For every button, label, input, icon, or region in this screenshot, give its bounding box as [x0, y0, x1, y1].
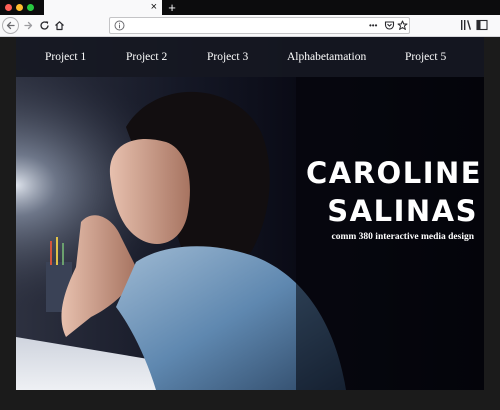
reload-icon [39, 21, 49, 30]
window-close-button[interactable] [5, 4, 12, 11]
url-bar[interactable]: ••• [109, 17, 410, 34]
forward-button[interactable] [21, 17, 35, 34]
back-arrow-icon [6, 21, 15, 30]
library-icon[interactable] [460, 19, 472, 31]
pocket-icon[interactable] [384, 20, 395, 31]
bookmark-star-icon[interactable] [397, 20, 408, 31]
sidebar-icon[interactable] [476, 19, 488, 31]
browser-tab-strip: × + [0, 0, 500, 15]
tab-close-icon[interactable]: × [151, 0, 157, 15]
page-viewport: Project 1 Project 2 Project 3 Alphabetam… [0, 37, 500, 410]
info-icon[interactable] [114, 20, 125, 31]
back-button[interactable] [2, 17, 19, 34]
forward-arrow-icon [23, 21, 32, 30]
browser-toolbar: ••• [0, 15, 500, 37]
nav-link-project-1[interactable]: Project 1 [45, 37, 86, 77]
window-minimize-button[interactable] [16, 4, 23, 11]
site-navigation: Project 1 Project 2 Project 3 Alphabetam… [16, 37, 484, 77]
portfolio-page: Project 1 Project 2 Project 3 Alphabetam… [16, 37, 484, 390]
reload-button[interactable] [37, 17, 51, 34]
hero-name: CAROLINE SALINAS [306, 154, 483, 230]
window-maximize-button[interactable] [27, 4, 34, 11]
new-tab-button[interactable]: + [165, 0, 179, 15]
home-button[interactable] [52, 17, 66, 34]
nav-link-project-3[interactable]: Project 3 [207, 37, 248, 77]
nav-link-alphabetamation[interactable]: Alphabetamation [287, 37, 366, 77]
hero-subtitle: comm 380 interactive media design [331, 232, 474, 242]
nav-link-project-2[interactable]: Project 2 [126, 37, 167, 77]
page-actions-menu[interactable]: ••• [369, 18, 377, 33]
browser-tab[interactable]: × [44, 0, 162, 15]
home-icon [54, 21, 64, 31]
hero-name-first: CAROLINE [306, 156, 483, 190]
hero-name-last: SALINAS [327, 194, 478, 228]
nav-link-project-5[interactable]: Project 5 [405, 37, 446, 77]
